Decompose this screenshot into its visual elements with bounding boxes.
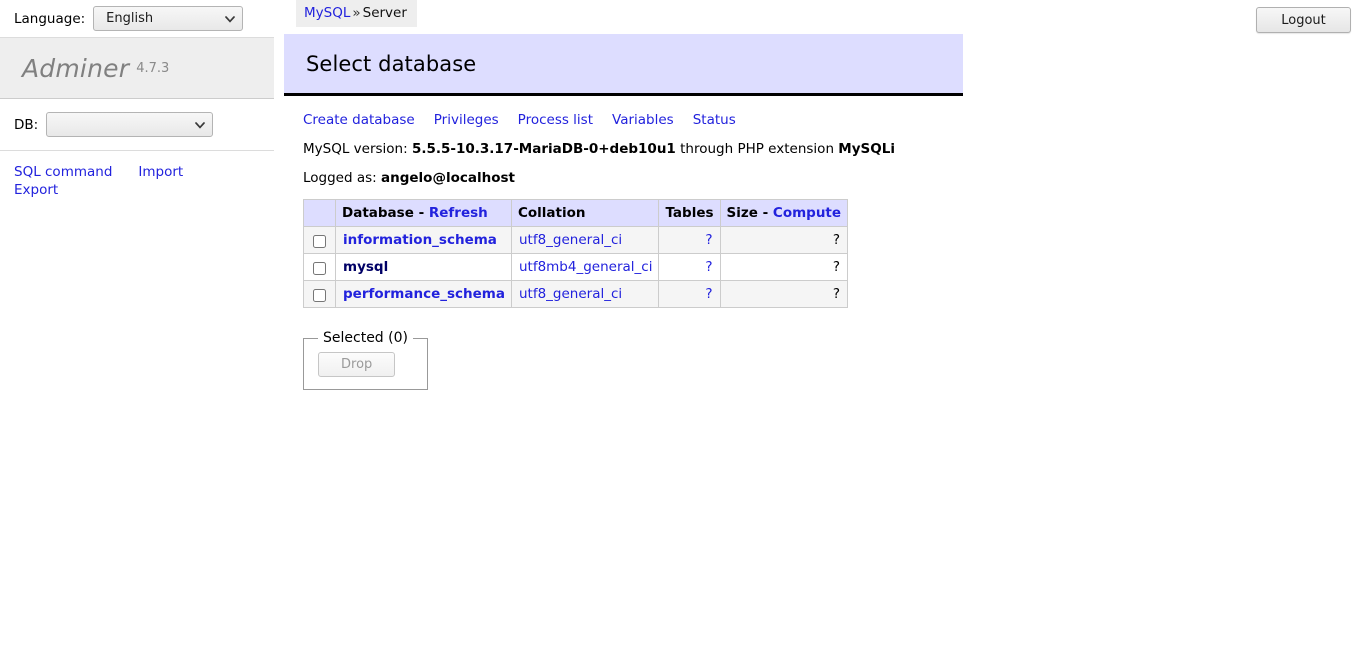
language-select[interactable]: English xyxy=(93,6,244,31)
breadcrumb-server-link[interactable]: MySQL xyxy=(304,5,350,21)
row-checkbox-cell xyxy=(303,280,336,308)
collation-cell: utf8_general_ci xyxy=(510,280,660,308)
db-selector-row: DB: xyxy=(0,99,274,151)
selected-count-legend: Selected (0) xyxy=(323,330,408,346)
database-name-link[interactable]: information_schema xyxy=(343,232,497,248)
column-header-database: Database - Refresh xyxy=(335,199,512,227)
adminer-brand-text: Adminer xyxy=(22,53,130,83)
version-value: 5.5.5-10.3.17-MariaDB-0+deb10u1 xyxy=(411,141,676,157)
language-select-wrapper: English xyxy=(93,6,244,31)
row-checkbox-cell xyxy=(303,253,336,281)
drop-button[interactable]: Drop xyxy=(318,352,396,377)
logged-user: angelo@localhost xyxy=(381,170,515,186)
refresh-link[interactable]: Refresh xyxy=(429,205,488,221)
database-name-cell: performance_schema xyxy=(335,280,512,308)
database-name-cell: information_schema xyxy=(335,226,512,254)
database-table: Database - Refresh Collation Tables Size… xyxy=(303,199,849,308)
select-all-column-header xyxy=(303,199,336,227)
tables-count-cell: ? xyxy=(658,253,721,281)
header-separator: - xyxy=(762,205,769,221)
column-header-database-label: Database xyxy=(342,205,414,221)
server-nav-links: Create database Privileges Process list Var… xyxy=(303,112,1366,128)
tables-count-link[interactable]: ? xyxy=(705,259,712,275)
collation-link[interactable]: utf8_general_ci xyxy=(519,286,622,302)
tables-count-link[interactable]: ? xyxy=(705,286,712,302)
content-area: Create database Privileges Process list Var… xyxy=(284,96,1366,390)
sidebar-item-import[interactable]: Import xyxy=(138,164,183,180)
collation-link[interactable]: utf8_general_ci xyxy=(519,232,622,248)
table-head: Database - Refresh Collation Tables Size… xyxy=(303,199,849,227)
compute-link[interactable]: Compute xyxy=(773,205,841,221)
logged-as-line: Logged as: angelo@localhost xyxy=(303,170,1366,186)
sidebar-item-sql-command[interactable]: SQL command xyxy=(14,164,112,180)
sidebar-item-export[interactable]: Export xyxy=(14,182,58,198)
nav-link-privileges[interactable]: Privileges xyxy=(434,112,499,128)
column-header-tables: Tables xyxy=(658,199,721,227)
breadcrumb: MySQL» Server xyxy=(296,0,417,27)
column-header-collation: Collation xyxy=(510,199,660,227)
php-extension-value: MySQLi xyxy=(838,141,895,157)
row-checkbox[interactable] xyxy=(313,234,326,248)
breadcrumb-separator: » xyxy=(352,5,361,21)
collation-cell: utf8mb4_general_ci xyxy=(510,253,660,281)
size-cell: ? xyxy=(719,253,849,281)
table-row: information_schema utf8_general_ci?? xyxy=(303,226,849,254)
sidebar-links: SQL command Import Export xyxy=(0,151,274,199)
version-middle: through PHP extension xyxy=(680,141,834,157)
column-header-size: Size - Compute xyxy=(719,199,849,227)
page-title: Select database xyxy=(306,51,477,76)
row-checkbox[interactable] xyxy=(313,261,326,275)
row-checkbox[interactable] xyxy=(313,288,326,302)
tables-count-cell: ? xyxy=(658,280,721,308)
database-name-link[interactable]: performance_schema xyxy=(343,286,505,302)
database-name-cell: mysql xyxy=(335,253,512,281)
main-content: Select database Create database Privilege… xyxy=(284,34,1366,669)
nav-link-variables[interactable]: Variables xyxy=(612,112,674,128)
table-body: information_schema utf8_general_ci?? mysql… xyxy=(303,226,849,308)
adminer-version-text: 4.7.3 xyxy=(136,60,170,76)
table-header-row: Database - Refresh Collation Tables Size… xyxy=(303,199,849,227)
version-prefix: MySQL version: xyxy=(303,141,408,157)
sidebar: Adminer 4.7.3 DB: SQL command Import Expo… xyxy=(0,37,274,669)
collation-cell: utf8_general_ci xyxy=(510,226,660,254)
language-bar: Language: English xyxy=(0,0,274,37)
logged-prefix: Logged as: xyxy=(303,170,377,186)
size-cell: ? xyxy=(719,280,849,308)
tables-count-link[interactable]: ? xyxy=(705,232,712,248)
adminer-logo: Adminer 4.7.3 xyxy=(0,37,274,99)
logout-button[interactable]: Logout xyxy=(1256,7,1351,33)
column-header-size-label: Size xyxy=(726,205,758,221)
database-name-link[interactable]: mysql xyxy=(343,259,388,275)
db-select[interactable] xyxy=(46,112,214,137)
tables-count-cell: ? xyxy=(658,226,721,254)
breadcrumb-current: Server xyxy=(362,5,407,21)
selected-fieldset: Selected (0) Drop xyxy=(303,330,428,390)
table-row: performance_schema utf8_general_ci?? xyxy=(303,280,849,308)
row-checkbox-cell xyxy=(303,226,336,254)
mysql-version-line: MySQL version: 5.5.5-10.3.17-MariaDB-0+d… xyxy=(303,141,1366,157)
nav-link-status[interactable]: Status xyxy=(693,112,736,128)
table-row: mysql utf8mb4_general_ci?? xyxy=(303,253,849,281)
nav-link-process-list[interactable]: Process list xyxy=(518,112,593,128)
page-header-panel: Select database xyxy=(284,34,963,96)
nav-link-create-database[interactable]: Create database xyxy=(303,112,415,128)
language-label: Language: xyxy=(14,10,86,27)
header-separator: - xyxy=(418,205,425,221)
db-label: DB: xyxy=(14,116,39,133)
db-select-wrapper xyxy=(46,112,214,137)
collation-link[interactable]: utf8mb4_general_ci xyxy=(519,259,652,275)
size-cell: ? xyxy=(719,226,849,254)
